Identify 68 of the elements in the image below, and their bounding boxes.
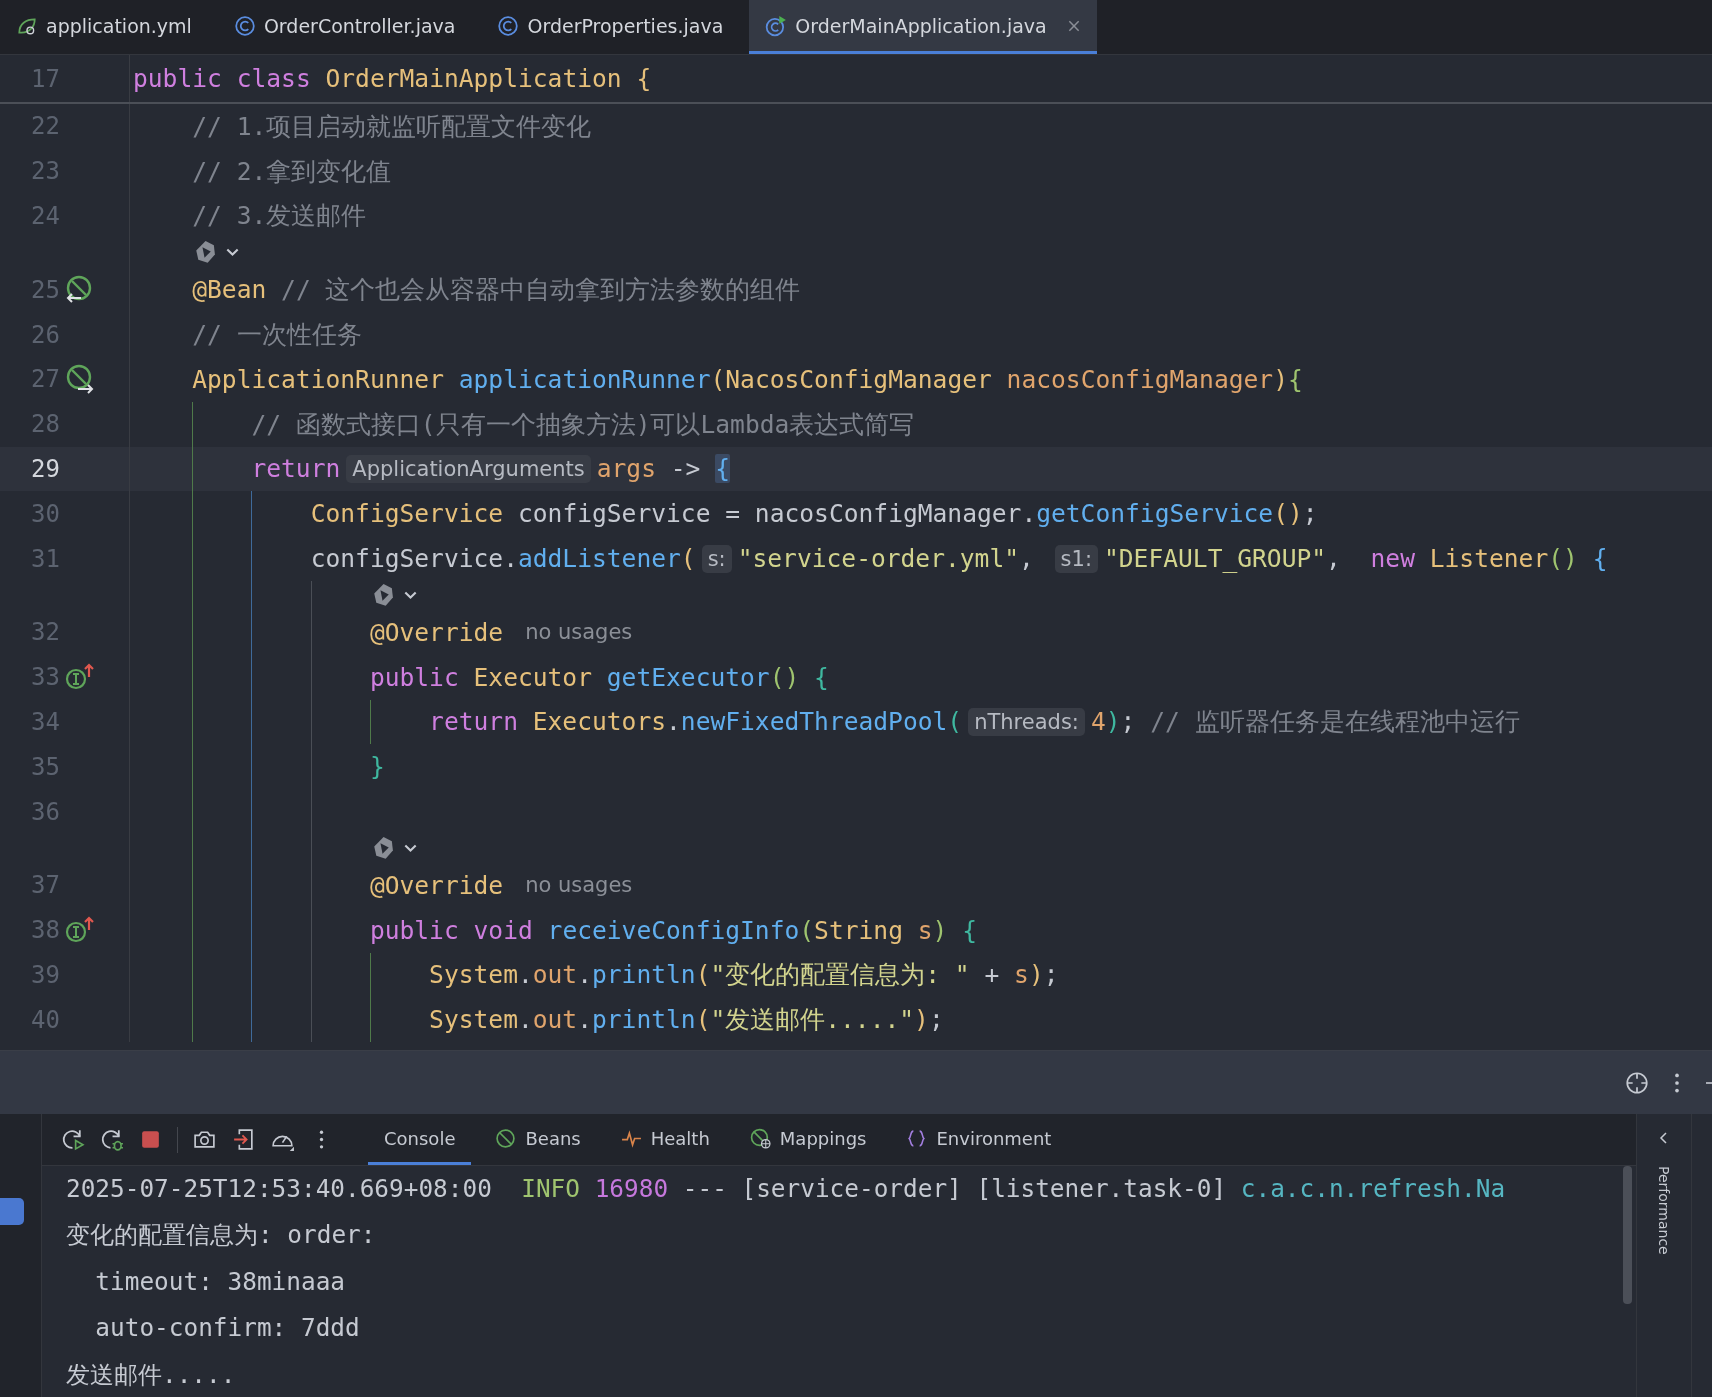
- line-number: 17: [30, 64, 60, 93]
- bean-icon: [495, 1127, 517, 1149]
- code-line: }: [130, 744, 385, 790]
- line-number: 24: [30, 202, 60, 230]
- code-line: System.out.println("变化的配置信息为: " + s);: [130, 952, 1059, 998]
- code-line: public class OrderMainApplication {: [132, 63, 652, 95]
- crosshair-icon[interactable]: [1624, 1069, 1650, 1096]
- code-line: // 一次性任务: [191, 319, 362, 352]
- line-number: 38: [30, 916, 60, 945]
- code-line: ConfigService configService = nacosConfigManager.getConfigService();: [130, 491, 1318, 537]
- rerun-debug-icon[interactable]: [99, 1127, 124, 1152]
- line-number: 25: [30, 275, 60, 304]
- console-line: 变化的配置信息为: order:: [66, 1219, 377, 1252]
- tool-tab[interactable]: Beans: [479, 1114, 597, 1165]
- code-line: @Override no usages: [130, 862, 633, 908]
- line-number: 23: [30, 157, 60, 186]
- line-number: 22: [30, 112, 60, 141]
- class-icon: [233, 14, 256, 37]
- line-number: 26: [30, 320, 60, 349]
- code-line: return ApplicationArguments args -> {: [130, 446, 730, 492]
- line-number: 36: [30, 797, 60, 826]
- runnable-class-icon: [765, 14, 788, 37]
- editor-tab[interactable]: OrderProperties.java: [481, 0, 750, 54]
- code-line: return Executors.newFixedThreadPool( nThreads: 4); // 监听器任务是在线程池中运行: [130, 699, 1520, 745]
- exit-icon[interactable]: [231, 1127, 256, 1152]
- code-line: ApplicationRunner applicationRunner(NacosConfigManager nacosConfigManager){: [191, 363, 1303, 396]
- line-number: 34: [30, 707, 60, 736]
- pulse-icon: [620, 1127, 642, 1149]
- code-line: // 3.发送邮件: [191, 200, 367, 233]
- side-tab[interactable]: Performance: [1656, 1166, 1672, 1255]
- line-number: 40: [30, 1005, 60, 1034]
- console-line: timeout: 38minaaa: [94, 1265, 346, 1298]
- console-line: 2025-07-25T12:53:40.669+08:00 INFO 16980 --- [service-order] [listener.task-0] c.a.c.n.refresh.Na: [66, 1173, 1507, 1205]
- tool-tab[interactable]: Environment: [890, 1114, 1068, 1165]
- line-number: 28: [30, 410, 60, 439]
- code-line: // 2.拿到变化值: [191, 155, 392, 188]
- editor-tab[interactable]: OrderMainApplication.java: [749, 0, 1097, 54]
- code-line: public Executor getExecutor() {: [130, 654, 829, 700]
- console-line: auto-confirm: 7ddd: [94, 1312, 361, 1345]
- code-line: @Bean // 这个也会从容器中自动拿到方法参数的组件: [191, 274, 801, 307]
- tool-tab[interactable]: Health: [604, 1114, 726, 1165]
- class-icon: [497, 14, 520, 37]
- editor-tab[interactable]: OrderController.java: [217, 0, 482, 54]
- code-line: configService.addListener( s: "service-order.yml", s1: "DEFAULT_GROUP", new Listener() {: [130, 536, 1608, 581]
- code-line: System.out.println("发送邮件.....");: [130, 997, 944, 1043]
- scrollbar-thumb[interactable]: [1623, 1166, 1632, 1304]
- line-number: 35: [30, 752, 60, 781]
- tool-tab[interactable]: Console: [368, 1114, 472, 1165]
- line-number: 31: [30, 544, 60, 573]
- code-line: // 函数式接口(只有一个抽象方法)可以Lambda表达式简写: [130, 401, 915, 447]
- line-number: 29: [30, 454, 60, 483]
- code-line: public void receiveConfigInfo(String s) {: [130, 907, 977, 953]
- line-number: 37: [30, 871, 60, 900]
- console-line: 发送邮件.....: [66, 1358, 237, 1391]
- bean-arrow-right-icon[interactable]: [64, 363, 96, 396]
- line-number: 39: [30, 960, 60, 989]
- editor-tab[interactable]: application.yml: [0, 0, 218, 54]
- stripe-indicator: [0, 1198, 24, 1225]
- tool-tab[interactable]: Mappings: [733, 1114, 883, 1165]
- line-number: 27: [30, 365, 60, 394]
- close-icon[interactable]: [1066, 18, 1081, 33]
- code-line: @Override no usages: [130, 609, 633, 655]
- line-number: 32: [30, 618, 60, 647]
- line-number: 33: [30, 663, 60, 692]
- rerun-icon[interactable]: [60, 1127, 85, 1152]
- code-line: // 1.项目启动就监听配置文件变化: [191, 110, 592, 143]
- bean-globe-icon: [749, 1127, 771, 1149]
- line-number: 30: [30, 499, 60, 528]
